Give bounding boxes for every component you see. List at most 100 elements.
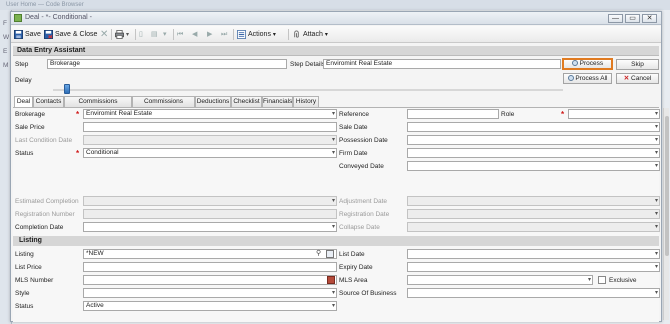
source-of-business-select[interactable] xyxy=(407,288,660,298)
mls-lookup-icon[interactable] xyxy=(327,276,335,284)
next-record-icon[interactable]: ▶ xyxy=(207,29,212,40)
window-title: Deal - *- Conditional - xyxy=(25,14,92,21)
actions-button[interactable]: Actions ▾ xyxy=(237,29,276,40)
save-button[interactable]: Save xyxy=(14,29,41,40)
delay-label: Delay xyxy=(15,77,32,84)
reference-field[interactable] xyxy=(407,109,499,119)
background-title: User Home — Code Browser xyxy=(0,0,670,10)
restore-button[interactable]: ▭ xyxy=(625,14,640,23)
process-icon xyxy=(571,60,578,67)
cancel-label: Cancel xyxy=(631,75,652,82)
search-icon[interactable]: ⚲ xyxy=(316,250,324,258)
exclusive-label: Exclusive xyxy=(609,277,637,284)
listing-status-select[interactable]: Active xyxy=(83,301,337,311)
sale-price-label: Sale Price xyxy=(15,124,45,131)
paperclip-icon xyxy=(294,30,299,38)
registration-number-field xyxy=(83,209,337,219)
save-label: Save xyxy=(25,31,41,38)
expiry-date-field[interactable] xyxy=(407,262,660,272)
tab-financials[interactable]: Financials xyxy=(262,96,293,107)
toolbar-separator xyxy=(288,29,289,40)
toolbar-separator xyxy=(111,29,112,40)
collapse-date-field xyxy=(407,222,660,232)
style-select[interactable] xyxy=(83,288,337,298)
registration-date-field xyxy=(407,209,660,219)
tab-checklist[interactable]: Checklist xyxy=(231,96,262,107)
required-marker: * xyxy=(76,110,80,119)
tab-contacts[interactable]: Contacts xyxy=(33,96,64,107)
floppy-disk-icon xyxy=(14,29,23,39)
toolbar: Save Save & Close ✕ ▾ ▯ ▤ ▾ ⏮ ◀ ▶ ⏭ Acti… xyxy=(11,26,661,43)
last-record-icon[interactable]: ⏭ xyxy=(221,29,227,40)
actions-label: Actions xyxy=(248,31,271,38)
reference-label: Reference xyxy=(339,111,369,118)
sale-price-field[interactable] xyxy=(83,122,337,132)
process-button[interactable]: Process xyxy=(562,58,613,70)
open-listing-icon[interactable] xyxy=(326,250,334,258)
minimize-button[interactable]: — xyxy=(608,14,623,23)
deal-window: Deal - *- Conditional - — ▭ ✕ Save Save … xyxy=(10,11,669,322)
side-letter: F xyxy=(3,20,7,27)
process-all-icon xyxy=(567,75,574,82)
copy-icon[interactable]: ▯ xyxy=(139,29,143,40)
step-field[interactable]: Brokerage xyxy=(47,59,287,69)
cancel-button[interactable]: ✕ Cancel xyxy=(616,73,659,84)
print-button[interactable]: ▾ xyxy=(115,29,129,40)
mls-area-select[interactable] xyxy=(407,275,593,285)
source-of-business-label: Source Of Business xyxy=(339,290,397,297)
mls-number-field[interactable] xyxy=(83,275,337,285)
delay-slider-thumb[interactable] xyxy=(64,84,70,94)
toolbar-separator xyxy=(233,29,234,40)
registration-date-label: Registration Date xyxy=(339,211,390,218)
listing-section-header: Listing xyxy=(13,236,659,246)
completion-date-label: Completion Date xyxy=(15,224,64,231)
step-label: Step xyxy=(15,61,29,68)
possession-date-field[interactable] xyxy=(407,135,660,145)
actions-list-icon xyxy=(237,29,246,39)
printer-icon xyxy=(115,29,124,39)
status-select[interactable]: Conditional xyxy=(83,148,337,158)
step-details-label: Step Details xyxy=(290,61,326,68)
vertical-scrollbar[interactable] xyxy=(663,108,669,320)
list-price-field[interactable] xyxy=(83,262,337,272)
previous-record-icon[interactable]: ◀ xyxy=(192,29,197,40)
process-all-label: Process All xyxy=(575,75,608,82)
data-entry-assistant-header: Data Entry Assistant xyxy=(13,46,659,56)
estimated-completion-label: Estimated Completion xyxy=(15,198,79,205)
sale-date-label: Sale Date xyxy=(339,124,368,131)
process-label: Process xyxy=(579,60,604,67)
window-titlebar[interactable]: Deal - *- Conditional - — ▭ ✕ xyxy=(11,12,661,25)
list-date-field[interactable] xyxy=(407,249,660,259)
scrollbar-thumb[interactable] xyxy=(665,116,669,256)
conveyed-date-field[interactable] xyxy=(407,161,660,171)
tab-commissions-receivable[interactable]: Commissions Receivable xyxy=(64,96,132,115)
side-letter: M xyxy=(3,62,9,69)
dropdown-arrow-icon[interactable]: ▾ xyxy=(163,29,167,40)
skip-button[interactable]: Skip xyxy=(616,59,659,70)
delay-slider-track[interactable] xyxy=(53,89,563,91)
mls-area-label: MLS Area xyxy=(339,277,368,284)
step-details-field[interactable]: Enviromint Real Estate xyxy=(323,59,561,69)
firm-date-label: Firm Date xyxy=(339,150,368,157)
save-close-button[interactable]: Save & Close xyxy=(44,29,97,40)
adjustment-date-label: Adjustment Date xyxy=(339,198,388,205)
role-select[interactable] xyxy=(568,109,660,119)
completion-date-field[interactable] xyxy=(83,222,337,232)
listing-status-label: Status xyxy=(15,303,34,310)
exclusive-checkbox[interactable] xyxy=(598,276,606,284)
list-date-label: List Date xyxy=(339,251,365,258)
tab-deductions[interactable]: Deductions xyxy=(195,96,231,107)
delete-icon[interactable]: ✕ xyxy=(100,29,108,40)
toolbar-separator xyxy=(173,29,174,40)
firm-date-field[interactable] xyxy=(407,148,660,158)
tab-commissions-payable[interactable]: Commissions Payable xyxy=(132,96,195,115)
brokerage-select[interactable]: Enviromint Real Estate xyxy=(83,109,337,119)
listing-field[interactable]: *NEW xyxy=(83,249,337,259)
close-button[interactable]: ✕ xyxy=(642,14,657,23)
document-icon[interactable]: ▤ xyxy=(151,29,158,40)
sale-date-field[interactable] xyxy=(407,122,660,132)
tab-history[interactable]: History xyxy=(293,96,319,107)
attach-button[interactable]: Attach ▾ xyxy=(292,29,328,40)
process-all-button[interactable]: Process All xyxy=(563,73,612,84)
first-record-icon[interactable]: ⏮ xyxy=(177,29,183,40)
